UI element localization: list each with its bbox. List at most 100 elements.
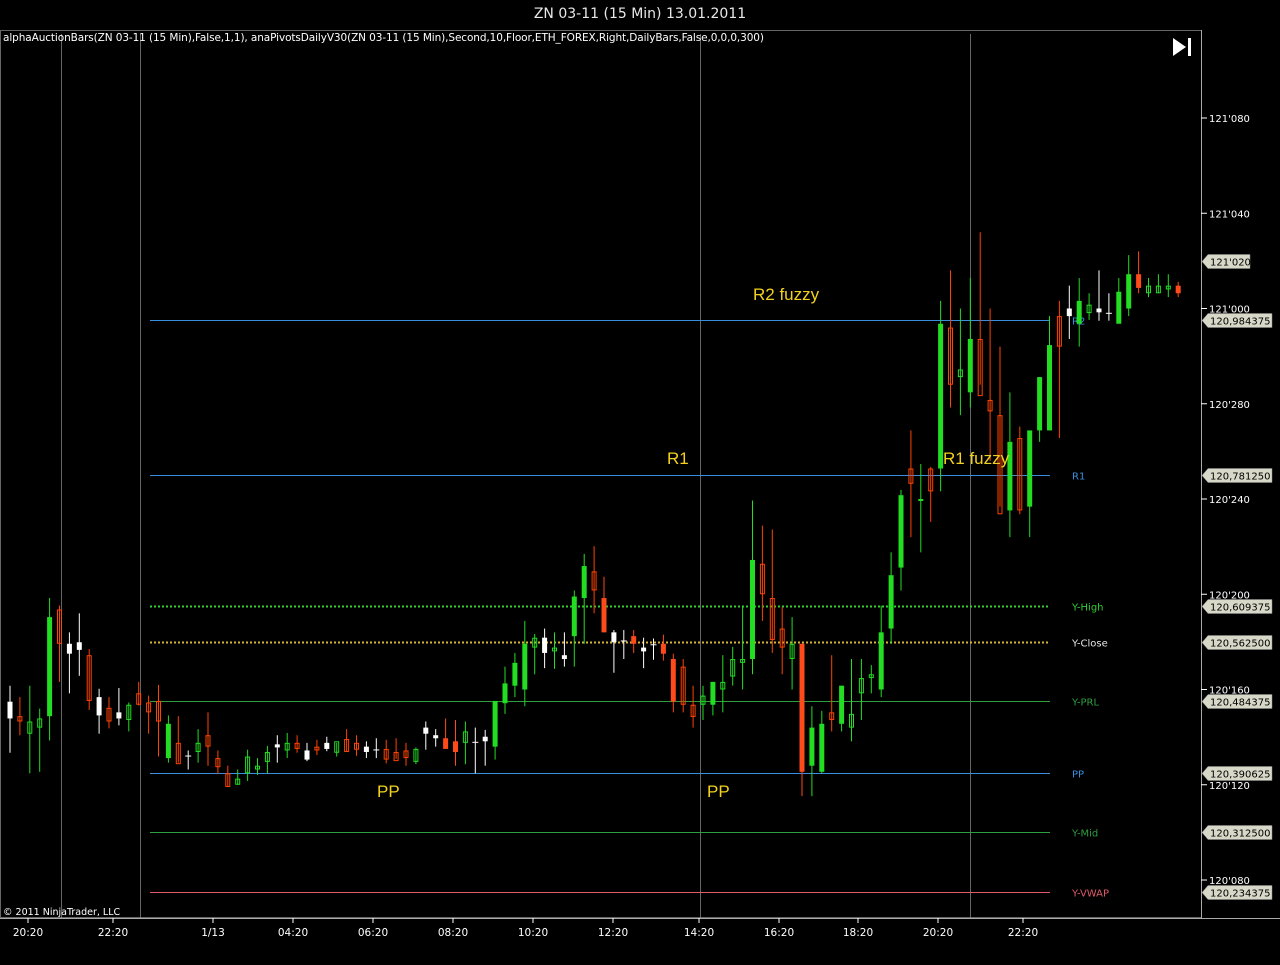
- candle: [354, 735, 359, 756]
- candle: [383, 739, 389, 764]
- candle-body: [878, 632, 884, 690]
- candle: [611, 630, 617, 673]
- candle-body: [581, 566, 587, 599]
- skip-to-end-button[interactable]: [1170, 36, 1194, 58]
- candle-body: [819, 723, 825, 772]
- candle: [690, 685, 696, 728]
- x-tick-label: 08:20: [438, 927, 468, 939]
- candle: [522, 620, 528, 707]
- candle-body: [512, 662, 518, 686]
- price-line-label: R1: [1072, 472, 1085, 483]
- price-tag: 120,312500: [1201, 825, 1273, 840]
- candle: [1136, 251, 1142, 294]
- candle: [205, 712, 211, 766]
- price-line-label: Y-Mid: [1071, 829, 1098, 840]
- candle: [274, 735, 280, 763]
- candle: [126, 702, 132, 732]
- candle: [185, 750, 192, 770]
- candle: [1175, 281, 1181, 298]
- candle: [1155, 274, 1161, 294]
- price-line-label: PP: [1072, 770, 1084, 781]
- candle-body: [96, 697, 102, 716]
- candle: [7, 685, 13, 753]
- price-line-label: Y-PRL: [1071, 698, 1100, 709]
- candle: [908, 430, 914, 538]
- candle: [363, 741, 369, 759]
- candle-body: [1116, 291, 1122, 324]
- candle: [76, 613, 82, 676]
- candle: [195, 729, 201, 763]
- candle: [66, 632, 72, 694]
- candle: [730, 646, 736, 686]
- candle: [967, 278, 973, 408]
- x-tick-label: 16:20: [764, 927, 794, 939]
- candle: [957, 308, 963, 416]
- price-tag: 120,562500: [1201, 635, 1273, 650]
- candle-body: [611, 632, 617, 643]
- candle: [373, 738, 380, 759]
- candle: [314, 739, 320, 756]
- y-tick-label: 120'120: [1209, 781, 1250, 792]
- candle: [1047, 316, 1052, 431]
- x-tick-label: 10:20: [518, 927, 548, 939]
- candle: [284, 732, 290, 759]
- current-price-text: 121'020: [1210, 258, 1251, 269]
- x-tick-label: 14:20: [684, 927, 714, 939]
- candle: [235, 769, 241, 785]
- candle: [849, 659, 854, 742]
- candle-body: [967, 338, 973, 393]
- candle: [620, 630, 627, 660]
- candle: [106, 697, 112, 729]
- candle-body: [542, 637, 548, 653]
- y-tick-label: 120'280: [1209, 400, 1250, 411]
- candle: [255, 758, 260, 775]
- candle: [215, 750, 221, 775]
- candle: [809, 706, 815, 797]
- candle-body: [799, 643, 805, 772]
- candle-body: [47, 617, 53, 717]
- price-tag-text: 120,484375: [1210, 698, 1270, 709]
- price-line-label: Y-VWAP: [1071, 889, 1109, 900]
- candle-body: [1175, 285, 1181, 294]
- x-tick-label: 1/13: [201, 927, 225, 939]
- candle: [670, 653, 676, 713]
- candle-body: [938, 323, 944, 469]
- price-tag: 120,484375: [1201, 694, 1273, 709]
- price-tag: 120,609375: [1201, 599, 1273, 614]
- price-chart[interactable]: R2R1Y-HighY-CloseY-PRLPPY-MidY-VWAP 121'…: [0, 0, 1280, 965]
- candle: [324, 736, 330, 752]
- candle: [769, 529, 775, 653]
- candle: [225, 765, 231, 788]
- y-tick-label: 120'240: [1209, 495, 1250, 506]
- x-tick-label: 18:20: [843, 927, 873, 939]
- candle-body: [1047, 345, 1052, 431]
- candle: [37, 708, 43, 772]
- candle: [819, 710, 825, 774]
- candle-body: [443, 738, 449, 749]
- copyright-notice: © 2011 NinjaTrader, LLC: [3, 907, 121, 918]
- candle-body: [274, 744, 280, 748]
- candle: [779, 607, 785, 675]
- candle: [532, 633, 538, 675]
- candle: [423, 721, 429, 750]
- candle-body: [1126, 274, 1132, 309]
- candle: [1076, 278, 1082, 347]
- candle: [512, 652, 518, 698]
- price-tag-text: 120,562500: [1210, 639, 1270, 650]
- candle: [839, 685, 845, 732]
- candle: [27, 685, 33, 774]
- candle-body: [76, 642, 82, 650]
- candle: [453, 719, 458, 766]
- candle: [433, 729, 439, 747]
- candle: [17, 697, 23, 736]
- candle-body: [641, 647, 647, 652]
- candle: [96, 688, 102, 734]
- candle: [1146, 278, 1151, 298]
- candle: [948, 270, 953, 408]
- x-tick-label: 20:20: [13, 927, 43, 939]
- x-tick-label: 20:20: [923, 927, 953, 939]
- annotation-label: PP: [707, 782, 730, 801]
- candle: [631, 630, 637, 653]
- candle: [1017, 426, 1023, 515]
- annotation-label: R1: [667, 449, 689, 468]
